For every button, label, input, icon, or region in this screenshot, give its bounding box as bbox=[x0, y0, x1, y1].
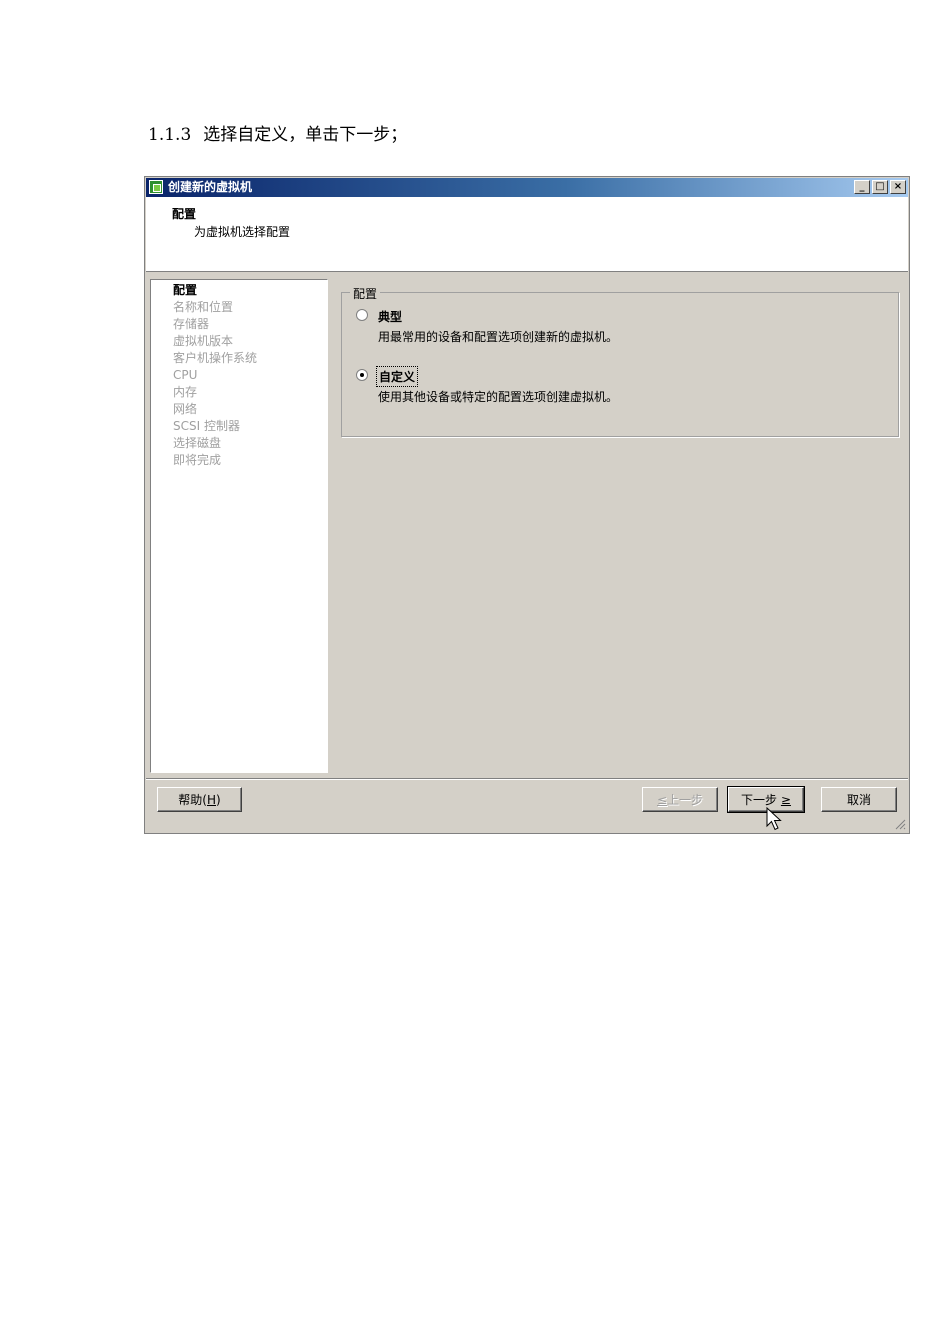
wizard-step-item: 即将完成 bbox=[173, 453, 222, 467]
wizard-step-item: 配置 bbox=[173, 283, 198, 297]
typical-radio[interactable] bbox=[356, 309, 368, 321]
config-group: 配置 典型 用最常用的设备和配置选项创建新的虚拟机。 自定义 使用其他设备或特定… bbox=[341, 285, 899, 437]
back-button-prefix: ≤ bbox=[656, 793, 668, 807]
back-button[interactable]: ≤上一步 bbox=[642, 787, 718, 812]
vm-app-icon bbox=[149, 180, 163, 194]
typical-description: 用最常用的设备和配置选项创建新的虚拟机。 bbox=[378, 330, 619, 344]
wizard-steps-panel: 配置名称和位置存储器虚拟机版本客户机操作系统 CPU 内存网络 SCSI 控制器 选择磁… bbox=[150, 279, 328, 773]
cancel-button[interactable]: 取消 bbox=[821, 787, 897, 812]
title-bar[interactable]: 创建新的虚拟机 _ □ × bbox=[146, 178, 908, 197]
wizard-step-item: 名称和位置 bbox=[173, 300, 234, 314]
next-button-text: 下一步 bbox=[741, 793, 778, 807]
window-controls: _ □ × bbox=[854, 180, 906, 194]
close-button[interactable]: × bbox=[890, 180, 906, 194]
section-number: 1.1.3 bbox=[148, 125, 192, 145]
maximize-button[interactable]: □ bbox=[872, 180, 888, 194]
footer-separator bbox=[146, 778, 908, 780]
wizard-step-item: 虚拟机版本 bbox=[173, 334, 234, 348]
section-text: 选择自定义，单击下一步； bbox=[203, 125, 408, 145]
typical-label[interactable]: 典型 bbox=[378, 308, 402, 325]
custom-radio[interactable] bbox=[356, 369, 368, 381]
header-title: 配置 bbox=[172, 207, 197, 221]
wizard-step-item: CPU bbox=[173, 368, 198, 382]
wizard-steps-list: 配置名称和位置存储器虚拟机版本客户机操作系统 CPU 内存网络 SCSI 控制器 选择磁… bbox=[173, 282, 257, 469]
wizard-step-item: 客户机操作系统 bbox=[173, 351, 258, 365]
help-button-mnemonic: H bbox=[206, 793, 217, 807]
back-button-text: 上一步 bbox=[667, 793, 704, 807]
header-subtitle: 为虚拟机选择配置 bbox=[194, 225, 291, 239]
wizard-header: 配置 为虚拟机选择配置 bbox=[146, 197, 908, 272]
cancel-button-text: 取消 bbox=[846, 793, 871, 807]
mouse-pointer-icon bbox=[766, 807, 782, 831]
wizard-step-item: 选择磁盘 bbox=[173, 436, 222, 450]
minimize-button[interactable]: _ bbox=[854, 180, 870, 194]
config-group-legend: 配置 bbox=[350, 285, 381, 302]
wizard-step-item: 内存 bbox=[173, 385, 198, 399]
wizard-step-item: 网络 bbox=[173, 402, 198, 416]
custom-description: 使用其他设备或特定的配置选项创建虚拟机。 bbox=[378, 390, 619, 404]
custom-label[interactable]: 自定义 bbox=[375, 366, 419, 387]
help-button-suffix: ) bbox=[216, 793, 221, 807]
wizard-step-item: 存储器 bbox=[173, 317, 210, 331]
document-section-heading: 1.1.3 选择自定义，单击下一步； bbox=[148, 120, 407, 145]
help-button[interactable]: 帮助(H) bbox=[157, 787, 242, 812]
resize-grip-icon[interactable] bbox=[894, 818, 906, 830]
window-title: 创建新的虚拟机 bbox=[168, 180, 253, 194]
next-button-suffix: ≥ bbox=[780, 793, 791, 807]
wizard-step-item: SCSI 控制器 bbox=[173, 419, 240, 433]
new-vm-wizard-window: 创建新的虚拟机 _ □ × 配置 为虚拟机选择配置 配置名称和位置存储器虚拟机版… bbox=[144, 176, 910, 834]
help-button-text: 帮助( bbox=[178, 793, 207, 807]
